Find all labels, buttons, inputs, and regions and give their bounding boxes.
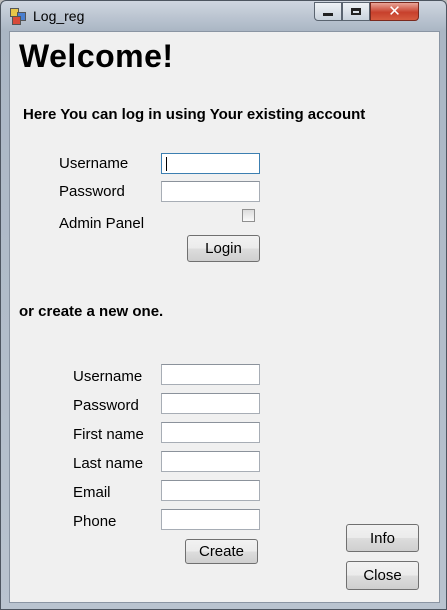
login-button[interactable]: Login (187, 235, 260, 262)
phone-input[interactable] (161, 509, 260, 530)
app-icon (10, 8, 26, 25)
register-username-input[interactable] (161, 364, 260, 385)
create-button[interactable]: Create (185, 539, 258, 564)
login-password-input[interactable] (161, 181, 260, 202)
login-instructions: Here You can log in using Your existing … (23, 106, 366, 123)
register-password-label: Password (73, 397, 139, 414)
admin-panel-label: Admin Panel (59, 215, 145, 232)
login-username-input[interactable] (161, 153, 260, 174)
first-name-input[interactable] (161, 422, 260, 443)
app-window: Log_reg ✕ Welcome! Here You can log in u… (0, 0, 447, 610)
login-password-label: Password (59, 183, 125, 200)
last-name-label: Last name (73, 455, 144, 472)
register-password-input[interactable] (161, 393, 260, 414)
title-bar[interactable]: Log_reg ✕ (1, 1, 446, 31)
window-title: Log_reg (33, 8, 85, 24)
welcome-heading: Welcome! (19, 38, 174, 74)
maximize-icon (351, 8, 361, 15)
first-name-label: First name (73, 426, 144, 443)
minimize-button[interactable] (314, 2, 342, 21)
window-close-button[interactable]: ✕ (370, 2, 419, 21)
register-username-label: Username (73, 368, 143, 385)
info-button[interactable]: Info (346, 524, 419, 552)
maximize-button[interactable] (342, 2, 370, 21)
create-account-prompt: or create a new one. (19, 303, 164, 320)
form-area: Welcome! Here You can log in using Your … (9, 31, 440, 603)
admin-panel-checkbox[interactable] (242, 209, 255, 222)
minimize-icon (323, 13, 333, 16)
close-icon: ✕ (388, 2, 401, 20)
phone-label: Phone (73, 513, 117, 530)
email-label: Email (73, 484, 111, 501)
last-name-input[interactable] (161, 451, 260, 472)
email-input[interactable] (161, 480, 260, 501)
login-username-label: Username (59, 155, 129, 172)
text-caret (166, 157, 167, 171)
close-button[interactable]: Close (346, 561, 419, 590)
